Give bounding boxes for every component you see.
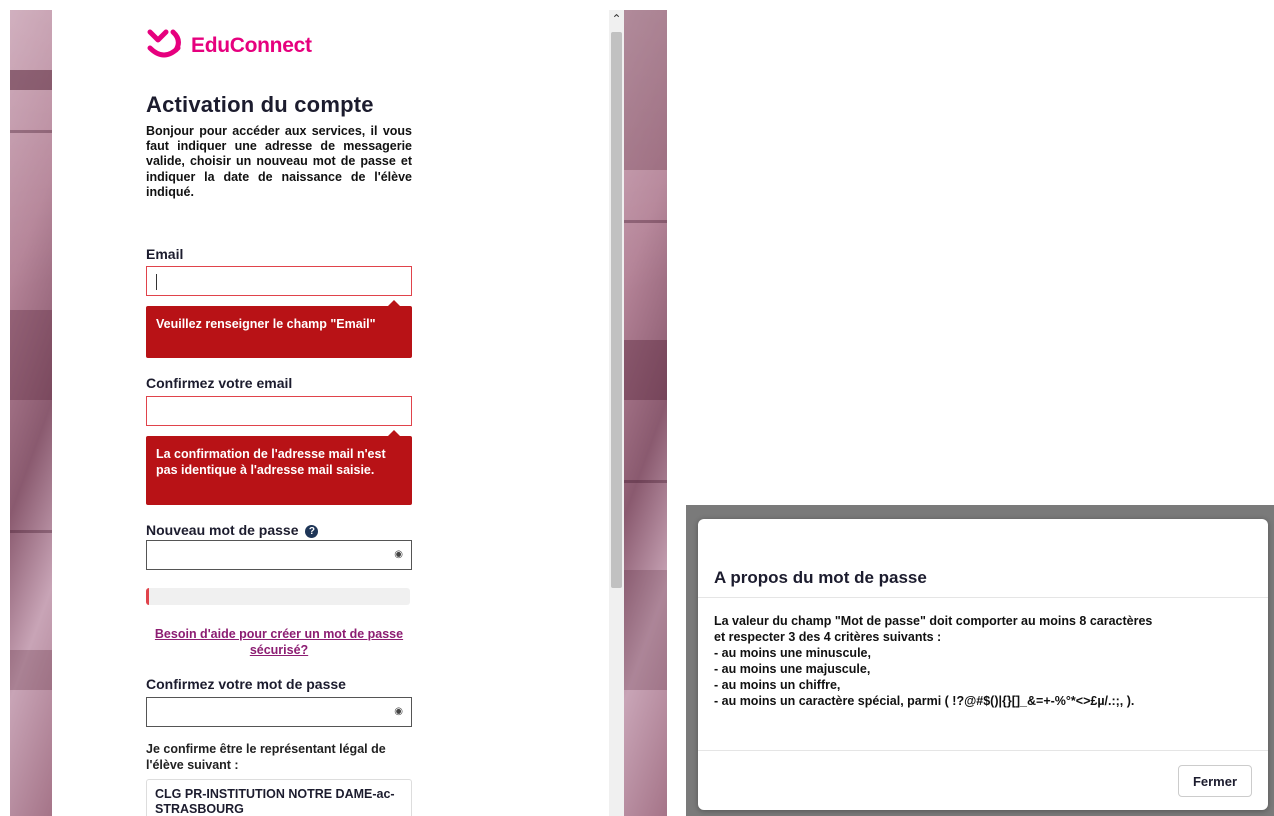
intro-text: Bonjour pour accéder aux services, il vo… <box>146 124 412 199</box>
modal-line: - au moins une majuscule, <box>714 662 871 676</box>
email-label: Email <box>146 246 184 262</box>
brand-name: EduConnect <box>191 34 312 57</box>
password-confirm-label: Confirmez votre mot de passe <box>146 676 346 692</box>
scroll-thumb[interactable] <box>611 32 622 588</box>
password-confirm-field[interactable]: ◉ <box>146 697 412 727</box>
modal-body: La valeur du champ "Mot de passe" doit c… <box>714 613 1259 709</box>
password-info-screenshot: A propos du mot de passe La valeur du ch… <box>686 505 1274 816</box>
modal-line: - au moins un chiffre, <box>714 678 841 692</box>
close-button[interactable]: Fermer <box>1178 765 1252 797</box>
modal-line: - au moins un caractère spécial, parmi (… <box>714 694 1135 708</box>
scroll-up-icon[interactable]: ⌃ <box>609 10 624 28</box>
modal-line: et respecter 3 des 4 critères suivants : <box>714 630 942 644</box>
page-title: Activation du compte <box>146 92 374 117</box>
email-error-text: Veuillez renseigner le champ "Email" <box>156 317 376 331</box>
background-photo-left <box>10 10 52 816</box>
modal-divider <box>698 597 1268 598</box>
password-strength-bar <box>146 588 410 605</box>
email-confirm-error-tooltip: La confirmation de l'adresse mail n'est … <box>146 430 412 505</box>
student-card: CLG PR-INSTITUTION NOTRE DAME-ac-STRASBO… <box>146 779 412 816</box>
legal-representative-text: Je confirme être le représentant légal d… <box>146 742 386 772</box>
email-confirm-error-text: La confirmation de l'adresse mail n'est … <box>156 447 386 477</box>
question-circle-icon[interactable]: ? <box>305 525 319 538</box>
email-field[interactable] <box>146 266 412 296</box>
modal-divider <box>698 750 1268 751</box>
eye-icon[interactable]: ◉ <box>394 706 403 717</box>
background-photo-right <box>624 10 667 816</box>
password-help-link[interactable]: Besoin d'aide pour créer un mot de passe… <box>146 626 412 658</box>
modal-line: - au moins une minuscule, <box>714 646 871 660</box>
educonnect-logo: EduConnect <box>146 26 312 66</box>
modal-title: A propos du mot de passe <box>714 568 927 587</box>
password-label: Nouveau mot de passe ? <box>146 522 319 538</box>
password-field[interactable]: ◉ <box>146 540 412 570</box>
activation-form-screenshot: ⌃ EduConnect Activation du compte Bonjou… <box>0 0 668 816</box>
eye-icon[interactable]: ◉ <box>394 549 403 560</box>
modal-line: La valeur du champ "Mot de passe" doit c… <box>714 614 1153 628</box>
educonnect-logo-icon <box>147 29 181 58</box>
email-confirm-field[interactable] <box>146 396 412 426</box>
scrollbar[interactable]: ⌃ <box>609 10 624 816</box>
student-school: CLG PR-INSTITUTION NOTRE DAME-ac-STRASBO… <box>155 787 395 816</box>
password-info-modal: A propos du mot de passe La valeur du ch… <box>698 519 1268 810</box>
email-confirm-label: Confirmez votre email <box>146 375 293 391</box>
email-error-tooltip: Veuillez renseigner le champ "Email" <box>146 300 412 358</box>
text-cursor <box>156 274 157 290</box>
password-label-text: Nouveau mot de passe <box>146 522 299 538</box>
